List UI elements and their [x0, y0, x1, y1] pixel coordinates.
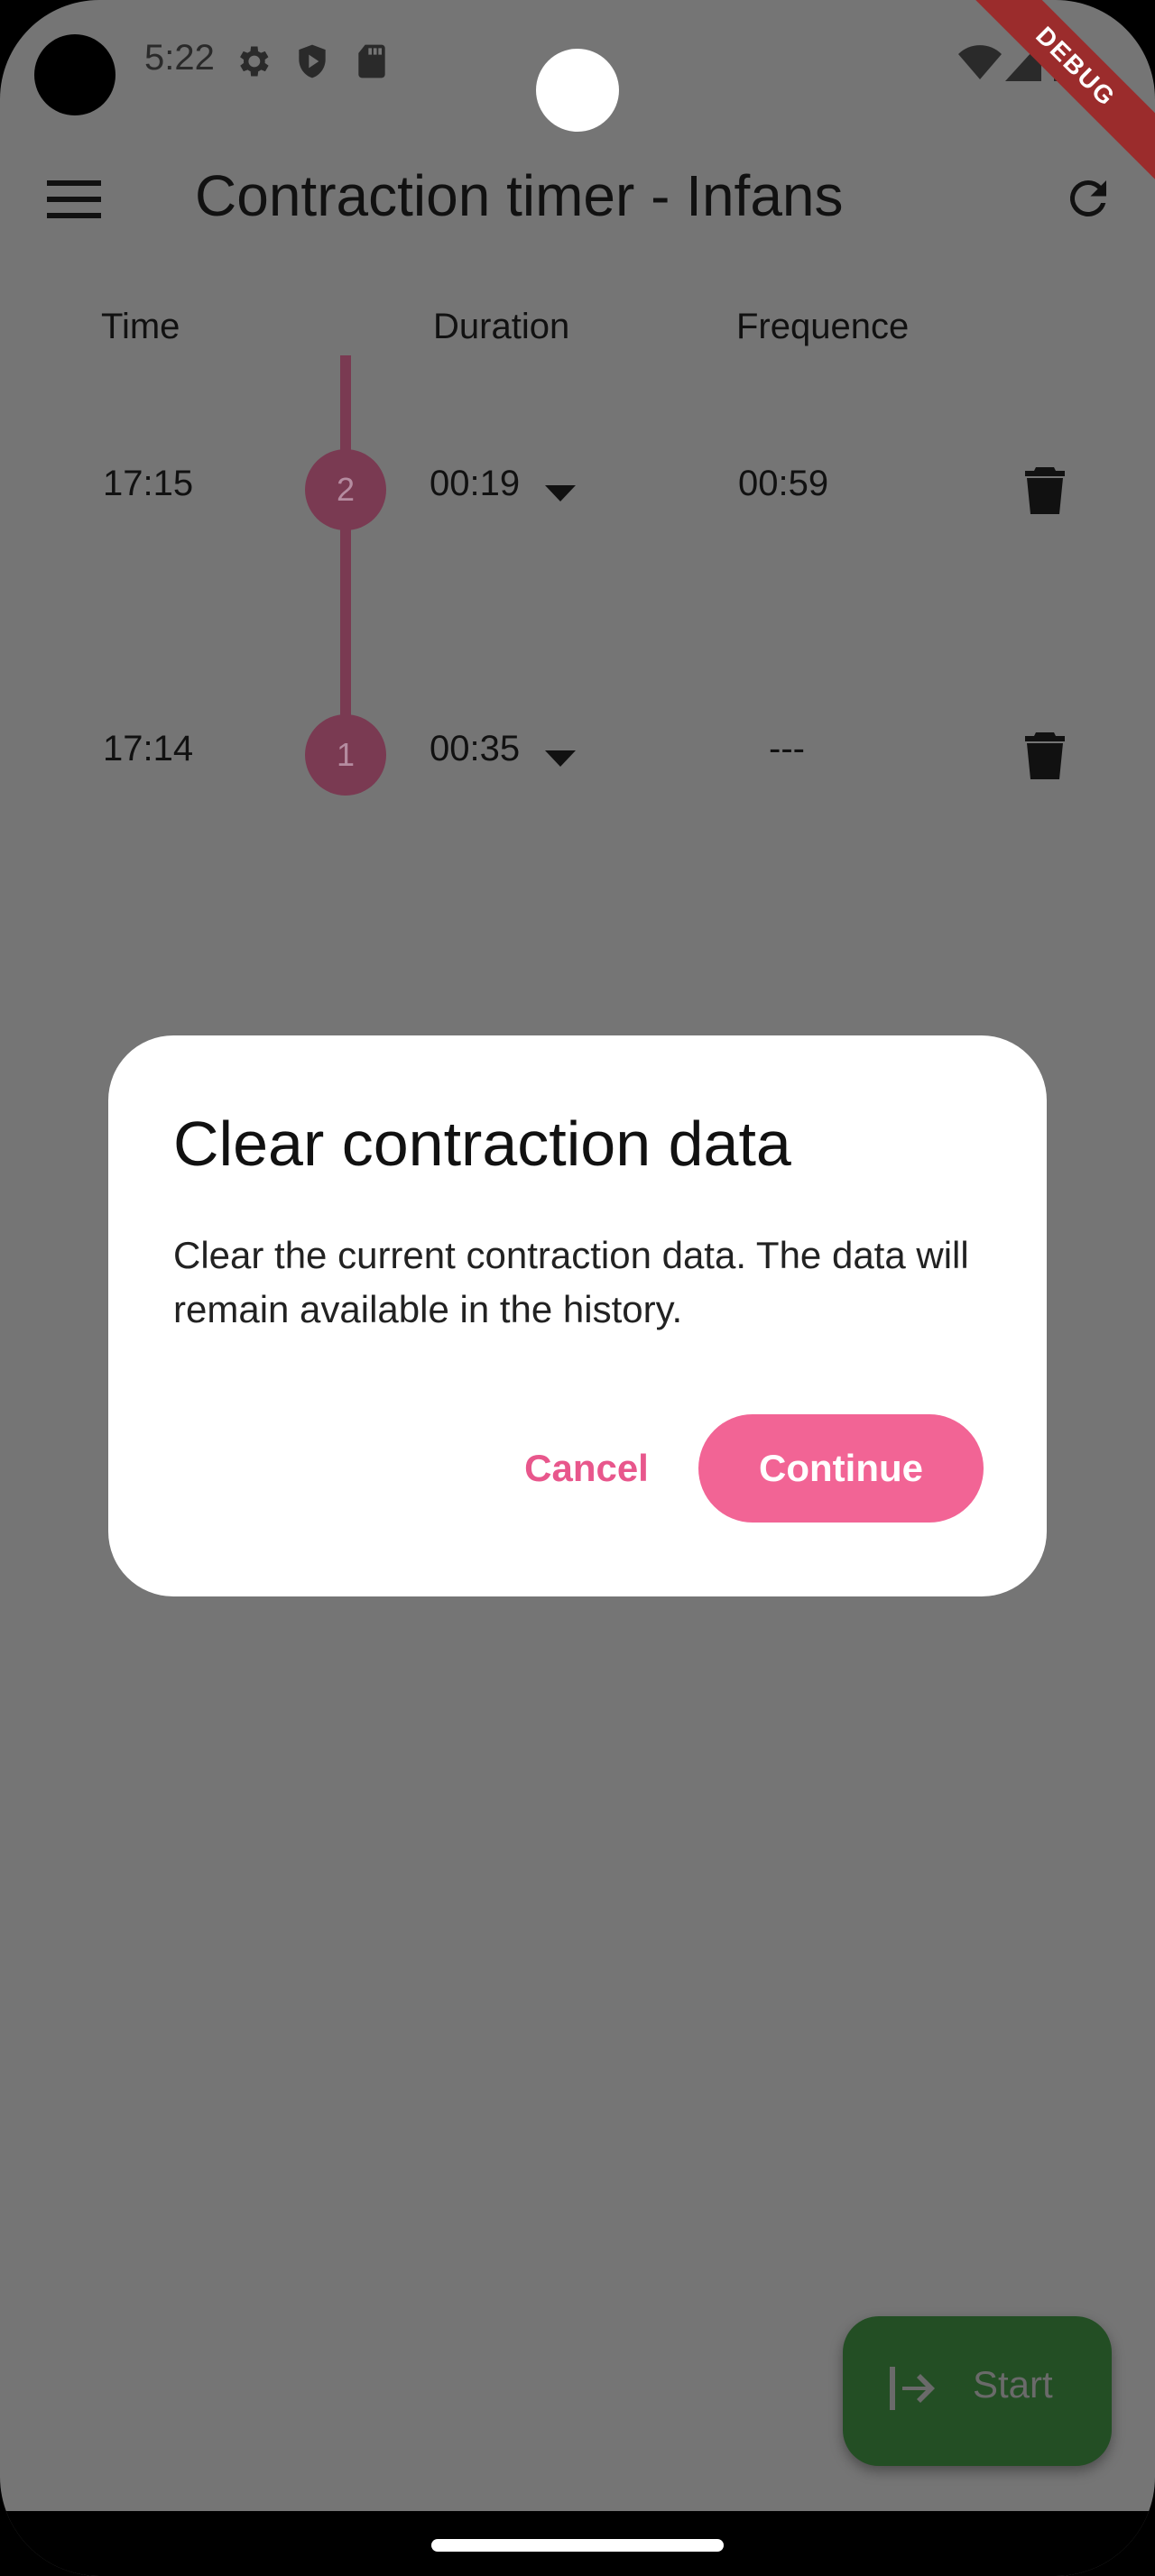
- wifi-icon: [958, 45, 1002, 79]
- cancel-button[interactable]: Cancel: [507, 1414, 666, 1523]
- chevron-down-icon[interactable]: [545, 485, 576, 501]
- start-arrow-icon: [890, 2367, 935, 2410]
- row-duration[interactable]: 00:19: [430, 464, 520, 504]
- row-index-badge: 1: [305, 714, 386, 796]
- delete-icon[interactable]: [1025, 731, 1065, 779]
- start-button[interactable]: Start: [843, 2316, 1112, 2466]
- dialog-message: Clear the current contraction data. The …: [173, 1234, 969, 1330]
- delete-icon[interactable]: [1025, 465, 1065, 514]
- header-frequence: Frequence: [736, 307, 910, 346]
- dialog-title: Clear contraction data: [173, 1109, 791, 1179]
- timeline-rail: [340, 355, 351, 758]
- chevron-down-icon[interactable]: [545, 750, 576, 767]
- start-label: Start: [973, 2363, 1053, 2406]
- sd-card-icon: [358, 44, 385, 78]
- settings-icon: [240, 46, 269, 77]
- camera-cutout: [536, 49, 619, 132]
- row-frequency: ---: [769, 729, 805, 768]
- home-indicator[interactable]: [431, 2539, 724, 2552]
- status-bar: 5:22 DEBUG: [0, 0, 1155, 198]
- shield-play-icon: [299, 44, 326, 78]
- status-time: 5:22: [144, 38, 215, 78]
- table-row: 17:15 2 00:19 00:59: [0, 444, 1155, 534]
- row-time: 17:15: [103, 464, 194, 503]
- row-index-badge: 2: [305, 449, 386, 530]
- continue-button[interactable]: Continue: [698, 1414, 984, 1523]
- front-camera: [34, 34, 116, 115]
- row-frequency: 00:59: [738, 464, 829, 503]
- page-title: Contraction timer - Infans: [195, 163, 844, 228]
- header-time: Time: [101, 307, 180, 346]
- clear-data-dialog: Clear contraction data Clear the current…: [108, 1035, 1047, 1596]
- menu-icon[interactable]: [47, 177, 101, 220]
- refresh-icon[interactable]: [1061, 171, 1115, 225]
- row-time: 17:14: [103, 729, 194, 768]
- row-duration[interactable]: 00:35: [430, 729, 520, 769]
- app-bar: Contraction timer - Infans: [0, 144, 1155, 253]
- phone-screen: 5:22 DEBUG Contraction timer - Infans Ti…: [0, 0, 1155, 2576]
- table-row: 17:14 1 00:35 ---: [0, 709, 1155, 799]
- header-duration: Duration: [433, 307, 570, 346]
